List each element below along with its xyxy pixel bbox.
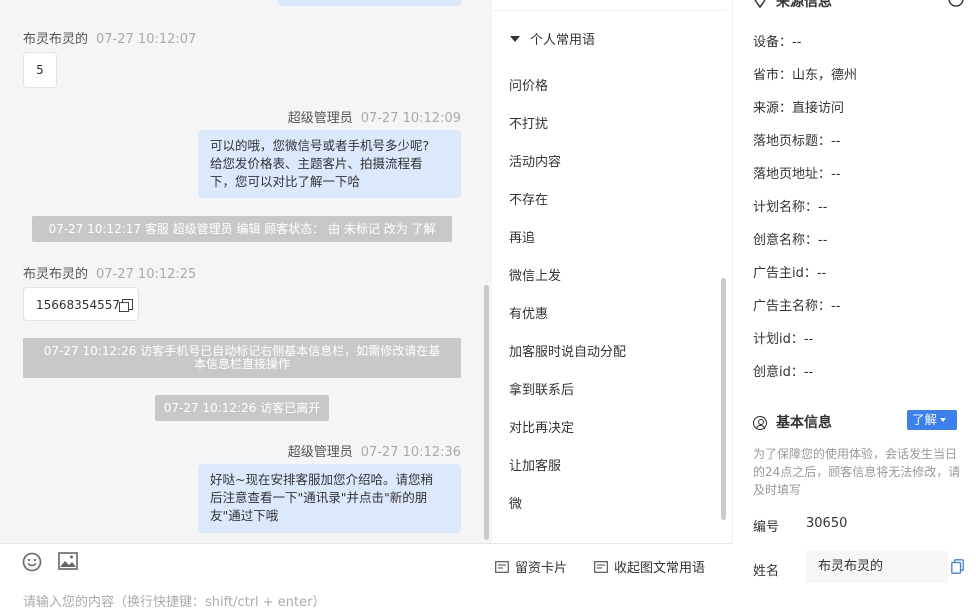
edit-icon[interactable] [948,0,964,7]
copy-icon[interactable] [118,299,133,312]
phrase-item[interactable]: 活动内容 [509,151,561,170]
info-row-advertiser-id: 广告主id：-- [753,266,827,281]
status-badge: 了解 [912,412,938,427]
customer-info-panel: 来源信息 设备：-- 省市：山东，德州 来源：直接访问 落地页标题：-- 落地页… [733,0,976,602]
sender-name: 超级管理员 [287,445,353,460]
lead-card-button[interactable]: 留资卡片 [495,557,567,576]
basic-info-title-text: 基本信息 [776,415,832,431]
phrase-item[interactable]: 加客服时说自动分配 [509,341,626,360]
message-time: 07-27 10:12:07 [96,32,197,47]
phrase-item[interactable]: 不打扰 [509,113,548,132]
sender-name: 布灵布灵的 [23,32,89,47]
message-meta: 布灵布灵的 07-27 10:12:25 [23,263,196,282]
info-row-source: 来源：直接访问 [753,101,845,116]
system-notice: 07-27 10:12:26 访客手机号已自动标记右侧基本信息栏，如需修改请在基… [23,338,461,378]
info-row-region: 省市：山东，德州 [753,68,858,83]
collapse-phrases-button[interactable]: 收起图文常用语 [594,557,705,576]
chat-panel: 布灵布灵的 07-27 10:12:07 5 超级管理员 07-27 10:12:0… [0,0,492,543]
phrase-item[interactable]: 有优惠 [509,303,548,322]
message-time: 07-27 10:12:25 [96,267,197,282]
emoji-icon[interactable] [22,552,42,572]
info-row-landing-title: 落地页标题：-- [753,134,841,149]
name-label: 姓名 [753,564,780,579]
sender-name: 超级管理员 [287,111,353,126]
message-meta: 超级管理员 07-27 10:12:09 [288,107,461,126]
chat-scrollbar[interactable] [484,285,489,540]
message-line: 后注意查看一下"通讯录"并点击"新的朋 [210,490,428,505]
source-info-title-text: 来源信息 [776,0,832,10]
phrase-item[interactable]: 对比再决定 [509,417,574,436]
system-notice: 07-27 10:12:26 访客已离开 [155,395,329,421]
message-text: 5 [36,63,44,77]
info-row-plan-id: 计划id：-- [753,332,814,347]
caret-down-icon [940,418,947,422]
copy-icon[interactable] [951,559,964,574]
id-label: 编号 [753,520,780,535]
message-input[interactable]: 请输入您的内容（换行快捷键：shift/ctrl + enter） [23,591,326,610]
message-line: 可以的哦，您微信号或者手机号多少呢? [210,138,430,153]
info-row-landing-url: 落地页地址：-- [753,167,841,182]
system-notice-line: 本信息栏直接操作 [193,357,290,371]
phrase-group-header[interactable]: 个人常用语 [510,29,595,48]
phrase-item[interactable]: 问价格 [509,75,548,94]
message-meta: 布灵布灵的 07-27 10:12:07 [23,28,196,47]
phrase-item[interactable]: 微 [509,493,522,512]
info-row-plan-name: 计划名称：-- [753,200,828,215]
id-value: 30650 [806,516,848,531]
sender-name: 布灵布灵的 [23,267,89,282]
phrases-scrollbar[interactable] [721,278,726,520]
message-meta: 超级管理员 07-27 10:12:36 [288,441,461,460]
phrase-item[interactable]: 再追 [509,227,535,246]
edit-notice: 为了保障您的使用体验，会话发生当日的24点之后，顾客信息将无法修改，请及时填写 [753,447,961,497]
user-icon [753,416,767,430]
phrase-item[interactable]: 微信上发 [509,265,561,284]
phrases-panel: 个人常用语 问价格 不打扰 活动内容 不存在 再追 微信上发 有优惠 加客服时说… [493,0,733,543]
message-time: 07-27 10:12:36 [360,445,461,460]
card-icon [495,561,509,573]
source-info-title: 来源信息 [753,0,832,11]
collapse-phrases-label: 收起图文常用语 [614,561,706,576]
visitor-message-bubble: 5 [23,52,57,88]
message-line: 好哒~现在安排客服加您介绍哈。请您稍 [210,472,433,487]
info-row-device: 设备：-- [753,35,802,50]
divider [493,10,727,11]
message-line: 给您发价格表、主题客片、拍摄流程看 [210,156,423,171]
message-time: 07-27 10:12:09 [360,111,461,126]
collect-icon [594,561,608,573]
phrase-item[interactable]: 拿到联系后 [509,379,574,398]
previous-message-bubble [278,0,461,6]
info-row-advertiser-name: 广告主名称：-- [753,299,841,314]
phrase-item[interactable]: 不存在 [509,189,548,208]
message-line: 下，您可以对比了解一下哈 [210,174,361,189]
system-notice-text: 07-27 10:12:17 客服 超级管理员 编辑 顾客状态： 由 未标记 改… [48,222,436,236]
message-line: 友"通过下哦 [210,508,279,523]
basic-info-title: 基本信息 [753,412,832,432]
message-input-area[interactable]: 留资卡片 收起图文常用语 请输入您的内容（换行快捷键：shift/ctrl + … [0,543,732,610]
phrase-group-title: 个人常用语 [530,33,596,48]
info-row-creative-name: 创意名称：-- [753,233,828,248]
image-icon[interactable] [58,552,78,570]
info-row-creative-id: 创意id：-- [753,365,814,380]
agent-message-bubble: 可以的哦，您微信号或者手机号多少呢? 给您发价格表、主题客片、拍摄流程看 下，您… [198,130,461,198]
lead-card-label: 留资卡片 [515,561,568,576]
visitor-message-bubble: 15668354557 [23,287,139,321]
phrase-item[interactable]: 让加客服 [509,455,561,474]
phone-number-text[interactable]: 15668354557 [36,298,120,312]
system-notice-text: 07-27 10:12:26 访客已离开 [163,401,321,415]
caret-down-icon [510,36,520,42]
location-icon [754,0,766,9]
name-field[interactable]: 布灵布灵的 [806,551,948,583]
agent-message-bubble: 好哒~现在安排客服加您介绍哈。请您稍 后注意查看一下"通讯录"并点击"新的朋 友… [198,464,461,533]
customer-status-dropdown[interactable]: 了解 [907,410,957,430]
system-notice: 07-27 10:12:17 客服 超级管理员 编辑 顾客状态： 由 未标记 改… [32,216,452,242]
